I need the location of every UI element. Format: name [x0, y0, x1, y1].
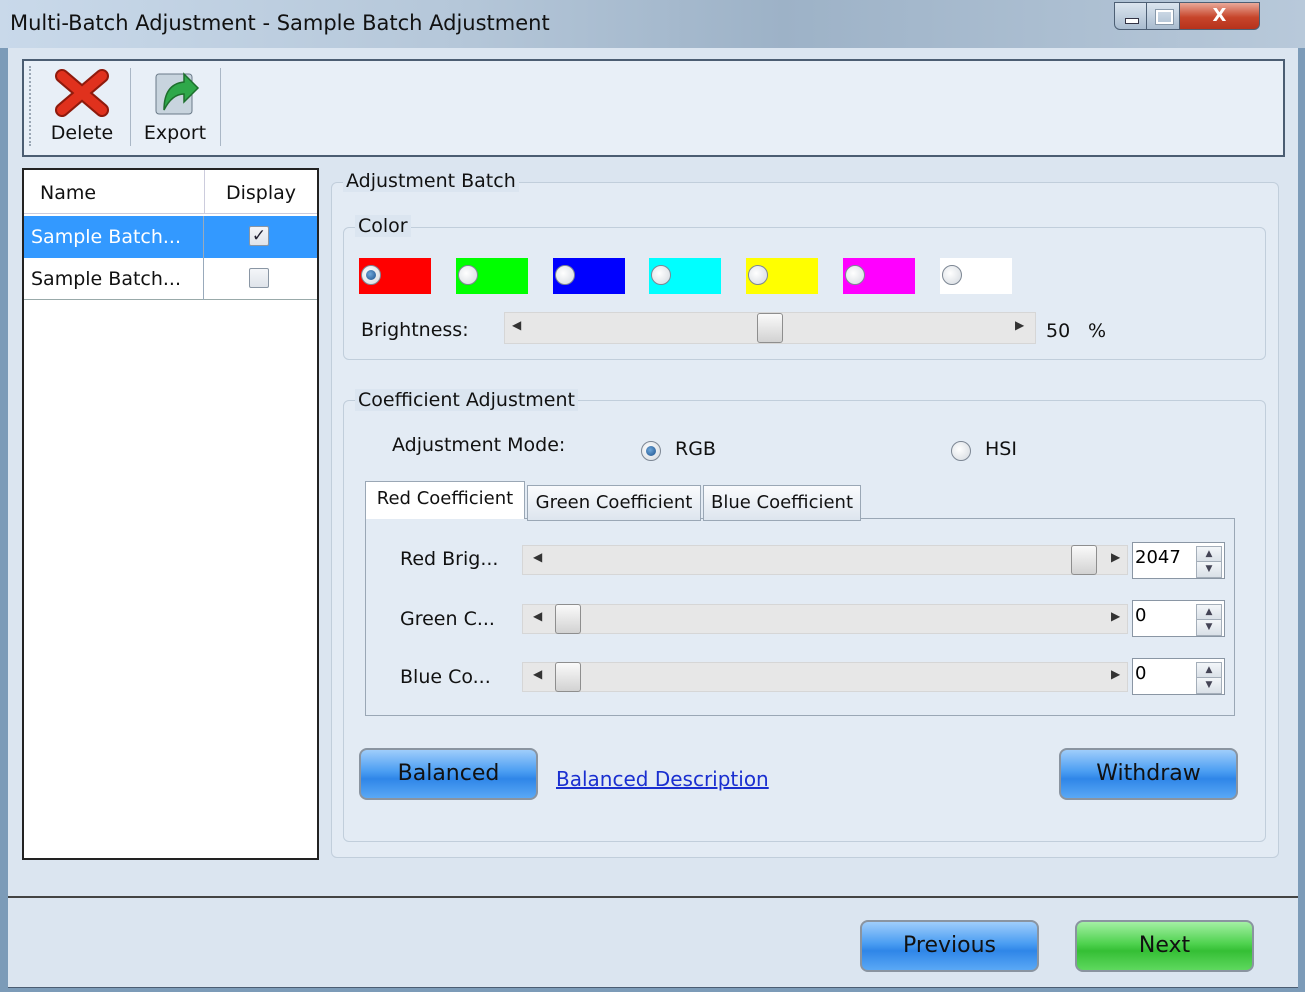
delete-button[interactable]: Delete	[40, 66, 124, 148]
column-divider	[203, 258, 204, 300]
color-legend: Color	[355, 215, 411, 237]
previous-button[interactable]: Previous	[860, 920, 1039, 972]
minimize-button[interactable]	[1114, 2, 1147, 30]
delete-label: Delete	[50, 122, 114, 144]
check-icon: ✓	[251, 226, 267, 246]
red-brightness-spinbox[interactable]: ▲ ▼	[1132, 542, 1225, 579]
adjustment-batch-legend: Adjustment Batch	[343, 170, 519, 192]
arrow-right-icon[interactable]: ▶	[1111, 550, 1120, 564]
arrow-left-icon[interactable]: ◀	[533, 609, 542, 623]
tab-red-coefficient[interactable]: Red Coefficient	[365, 481, 525, 519]
close-icon: X	[1212, 5, 1227, 26]
mode-radio-hsi[interactable]	[951, 441, 971, 461]
tab-blue-coefficient[interactable]: Blue Coefficient	[703, 485, 861, 521]
column-divider	[203, 216, 204, 258]
blue-coefficient-input[interactable]	[1135, 663, 1193, 684]
maximize-button[interactable]	[1147, 2, 1180, 30]
arrow-right-icon[interactable]: ▶	[1111, 667, 1120, 681]
withdraw-button[interactable]: Withdraw	[1059, 748, 1238, 800]
arrow-right-icon[interactable]: ▶	[1111, 609, 1120, 623]
green-coefficient-slider[interactable]	[522, 604, 1128, 634]
red-brightness-label: Red Brig...	[400, 548, 499, 570]
green-coefficient-spinbox[interactable]: ▲ ▼	[1132, 600, 1225, 637]
blue-coefficient-thumb[interactable]	[555, 662, 581, 692]
mode-label-hsi[interactable]: HSI	[985, 438, 1017, 460]
swatch-radio[interactable]	[942, 265, 962, 285]
brightness-thumb[interactable]	[757, 313, 783, 343]
swatch-radio[interactable]	[361, 265, 381, 285]
balanced-button[interactable]: Balanced	[359, 748, 538, 800]
swatch-radio[interactable]	[748, 265, 768, 285]
display-checkbox[interactable]: ✓	[249, 226, 269, 246]
brightness-unit: %	[1088, 320, 1107, 342]
spin-down-icon[interactable]: ▼	[1196, 619, 1222, 636]
coefficient-legend: Coefficient Adjustment	[355, 389, 578, 411]
spin-down-icon[interactable]: ▼	[1196, 561, 1222, 578]
green-coefficient-label: Green C...	[400, 608, 495, 630]
window-controls: X	[1114, 2, 1297, 30]
green-coefficient-input[interactable]	[1135, 605, 1193, 626]
arrow-left-icon[interactable]: ◀	[512, 318, 521, 332]
swatch-radio[interactable]	[458, 265, 478, 285]
balanced-description-link[interactable]: Balanced Description	[556, 767, 769, 791]
swatch-radio[interactable]	[555, 265, 575, 285]
close-button[interactable]: X	[1180, 2, 1260, 30]
export-label: Export	[143, 122, 207, 144]
delete-icon	[55, 69, 109, 117]
column-header-name[interactable]: Name	[24, 170, 204, 214]
tab-green-coefficient[interactable]: Green Coefficient	[527, 485, 701, 521]
swatch-radio[interactable]	[845, 265, 865, 285]
spin-down-icon[interactable]: ▼	[1196, 677, 1222, 694]
red-brightness-thumb[interactable]	[1071, 545, 1097, 575]
mode-label-rgb[interactable]: RGB	[675, 438, 716, 460]
green-coefficient-thumb[interactable]	[555, 604, 581, 634]
arrow-right-icon[interactable]: ▶	[1015, 318, 1024, 332]
blue-coefficient-label: Blue Co...	[400, 666, 491, 688]
swatch-radio[interactable]	[651, 265, 671, 285]
toolbar-separator	[130, 68, 131, 146]
brightness-label: Brightness:	[361, 319, 469, 341]
toolbar-grip[interactable]	[29, 66, 32, 146]
red-brightness-input[interactable]	[1135, 547, 1193, 568]
adjustment-mode-label: Adjustment Mode:	[392, 434, 566, 456]
batch-name: Sample Batch...	[31, 226, 182, 248]
column-header-display[interactable]: Display	[204, 170, 317, 214]
arrow-left-icon[interactable]: ◀	[533, 550, 542, 564]
display-checkbox[interactable]	[249, 268, 269, 288]
arrow-left-icon[interactable]: ◀	[533, 667, 542, 681]
export-icon	[155, 72, 200, 115]
next-button[interactable]: Next	[1075, 920, 1254, 972]
toolbar-separator	[220, 68, 221, 146]
batch-name: Sample Batch...	[31, 268, 182, 290]
blue-coefficient-spinbox[interactable]: ▲ ▼	[1132, 658, 1225, 695]
mode-radio-rgb[interactable]	[641, 441, 661, 461]
red-brightness-slider[interactable]	[522, 545, 1128, 575]
export-button[interactable]: Export	[136, 66, 214, 148]
blue-coefficient-slider[interactable]	[522, 662, 1128, 692]
window-title: Multi-Batch Adjustment - Sample Batch Ad…	[10, 11, 550, 35]
brightness-value: 50	[1046, 320, 1071, 342]
